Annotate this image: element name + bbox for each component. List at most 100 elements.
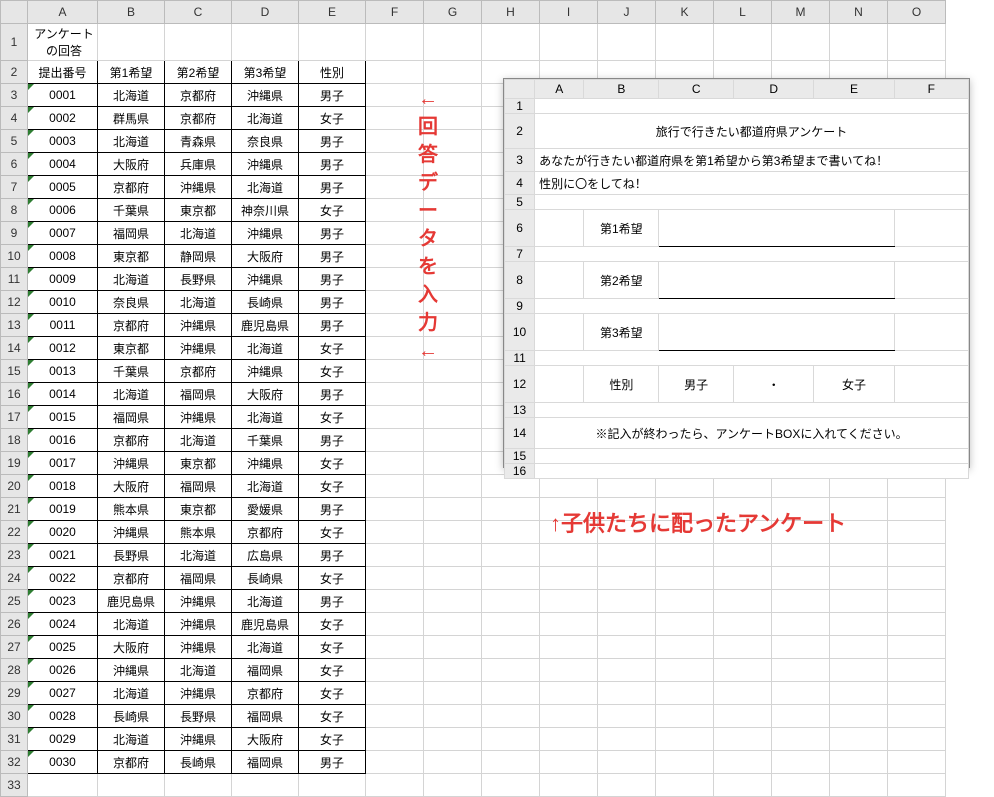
cell-D2[interactable]: 第3希望 bbox=[232, 61, 299, 84]
row-header-24[interactable]: 24 bbox=[1, 567, 28, 590]
cell-L27[interactable] bbox=[714, 636, 772, 659]
cell-H32[interactable] bbox=[482, 751, 540, 774]
cell-D16[interactable]: 大阪府 bbox=[232, 383, 299, 406]
cell-E12[interactable]: 男子 bbox=[299, 291, 366, 314]
row-header-10[interactable]: 10 bbox=[1, 245, 28, 268]
cell-E9[interactable]: 男子 bbox=[299, 222, 366, 245]
cell-B20[interactable]: 大阪府 bbox=[98, 475, 165, 498]
cell-E18[interactable]: 男子 bbox=[299, 429, 366, 452]
cell-D32[interactable]: 福岡県 bbox=[232, 751, 299, 774]
cell-N24[interactable] bbox=[830, 567, 888, 590]
cell-D15[interactable]: 沖縄県 bbox=[232, 360, 299, 383]
cell-A12[interactable]: 0010 bbox=[28, 291, 98, 314]
column-header-J[interactable]: J bbox=[598, 1, 656, 24]
column-header-O[interactable]: O bbox=[888, 1, 946, 24]
cell-N33[interactable] bbox=[830, 774, 888, 797]
cell-F1[interactable] bbox=[366, 24, 424, 61]
cell-C30[interactable]: 長野県 bbox=[165, 705, 232, 728]
column-header-B[interactable]: B bbox=[98, 1, 165, 24]
cell-D19[interactable]: 沖縄県 bbox=[232, 452, 299, 475]
cell-A20[interactable]: 0018 bbox=[28, 475, 98, 498]
cell-H31[interactable] bbox=[482, 728, 540, 751]
cell-E2[interactable]: 性別 bbox=[299, 61, 366, 84]
cell-J28[interactable] bbox=[598, 659, 656, 682]
cell-C18[interactable]: 北海道 bbox=[165, 429, 232, 452]
cell-A29[interactable]: 0027 bbox=[28, 682, 98, 705]
cell-G23[interactable] bbox=[424, 544, 482, 567]
cell-L25[interactable] bbox=[714, 590, 772, 613]
cell-O21[interactable] bbox=[888, 498, 946, 521]
row-header-32[interactable]: 32 bbox=[1, 751, 28, 774]
cell-E31[interactable]: 女子 bbox=[299, 728, 366, 751]
cell-H26[interactable] bbox=[482, 613, 540, 636]
cell-A3[interactable]: 0001 bbox=[28, 84, 98, 107]
cell-E3[interactable]: 男子 bbox=[299, 84, 366, 107]
cell-G17[interactable] bbox=[424, 406, 482, 429]
cell-G30[interactable] bbox=[424, 705, 482, 728]
cell-F33[interactable] bbox=[366, 774, 424, 797]
cell-B24[interactable]: 京都府 bbox=[98, 567, 165, 590]
cell-N32[interactable] bbox=[830, 751, 888, 774]
cell-D28[interactable]: 福岡県 bbox=[232, 659, 299, 682]
row-header-15[interactable]: 15 bbox=[1, 360, 28, 383]
cell-L23[interactable] bbox=[714, 544, 772, 567]
cell-I28[interactable] bbox=[540, 659, 598, 682]
cell-F19[interactable] bbox=[366, 452, 424, 475]
cell-B32[interactable]: 京都府 bbox=[98, 751, 165, 774]
cell-D17[interactable]: 北海道 bbox=[232, 406, 299, 429]
row-header-28[interactable]: 28 bbox=[1, 659, 28, 682]
cell-D27[interactable]: 北海道 bbox=[232, 636, 299, 659]
cell-O30[interactable] bbox=[888, 705, 946, 728]
cell-F23[interactable] bbox=[366, 544, 424, 567]
cell-F24[interactable] bbox=[366, 567, 424, 590]
cell-J24[interactable] bbox=[598, 567, 656, 590]
cell-A32[interactable]: 0030 bbox=[28, 751, 98, 774]
cell-K1[interactable] bbox=[656, 24, 714, 61]
cell-M29[interactable] bbox=[772, 682, 830, 705]
cell-N27[interactable] bbox=[830, 636, 888, 659]
cell-J26[interactable] bbox=[598, 613, 656, 636]
column-header-F[interactable]: F bbox=[366, 1, 424, 24]
cell-H25[interactable] bbox=[482, 590, 540, 613]
row-header-9[interactable]: 9 bbox=[1, 222, 28, 245]
cell-O23[interactable] bbox=[888, 544, 946, 567]
row-header-12[interactable]: 12 bbox=[1, 291, 28, 314]
cell-O26[interactable] bbox=[888, 613, 946, 636]
cell-J23[interactable] bbox=[598, 544, 656, 567]
cell-C11[interactable]: 長野県 bbox=[165, 268, 232, 291]
cell-B14[interactable]: 東京都 bbox=[98, 337, 165, 360]
cell-I33[interactable] bbox=[540, 774, 598, 797]
cell-J32[interactable] bbox=[598, 751, 656, 774]
cell-F29[interactable] bbox=[366, 682, 424, 705]
cell-B13[interactable]: 京都府 bbox=[98, 314, 165, 337]
row-header-8[interactable]: 8 bbox=[1, 199, 28, 222]
row-header-27[interactable]: 27 bbox=[1, 636, 28, 659]
cell-L29[interactable] bbox=[714, 682, 772, 705]
cell-F30[interactable] bbox=[366, 705, 424, 728]
cell-C26[interactable]: 沖縄県 bbox=[165, 613, 232, 636]
cell-G22[interactable] bbox=[424, 521, 482, 544]
cell-D30[interactable]: 福岡県 bbox=[232, 705, 299, 728]
cell-C33[interactable] bbox=[165, 774, 232, 797]
cell-I23[interactable] bbox=[540, 544, 598, 567]
cell-O25[interactable] bbox=[888, 590, 946, 613]
cell-K29[interactable] bbox=[656, 682, 714, 705]
cell-C25[interactable]: 沖縄県 bbox=[165, 590, 232, 613]
cell-B21[interactable]: 熊本県 bbox=[98, 498, 165, 521]
cell-E8[interactable]: 女子 bbox=[299, 199, 366, 222]
cell-C7[interactable]: 沖縄県 bbox=[165, 176, 232, 199]
cell-C12[interactable]: 北海道 bbox=[165, 291, 232, 314]
cell-H22[interactable] bbox=[482, 521, 540, 544]
cell-J1[interactable] bbox=[598, 24, 656, 61]
cell-D11[interactable]: 沖縄県 bbox=[232, 268, 299, 291]
cell-E30[interactable]: 女子 bbox=[299, 705, 366, 728]
cell-B10[interactable]: 東京都 bbox=[98, 245, 165, 268]
cell-H24[interactable] bbox=[482, 567, 540, 590]
cell-H33[interactable] bbox=[482, 774, 540, 797]
cell-A33[interactable] bbox=[28, 774, 98, 797]
cell-M23[interactable] bbox=[772, 544, 830, 567]
cell-G27[interactable] bbox=[424, 636, 482, 659]
cell-D8[interactable]: 神奈川県 bbox=[232, 199, 299, 222]
cell-E26[interactable]: 女子 bbox=[299, 613, 366, 636]
cell-I31[interactable] bbox=[540, 728, 598, 751]
